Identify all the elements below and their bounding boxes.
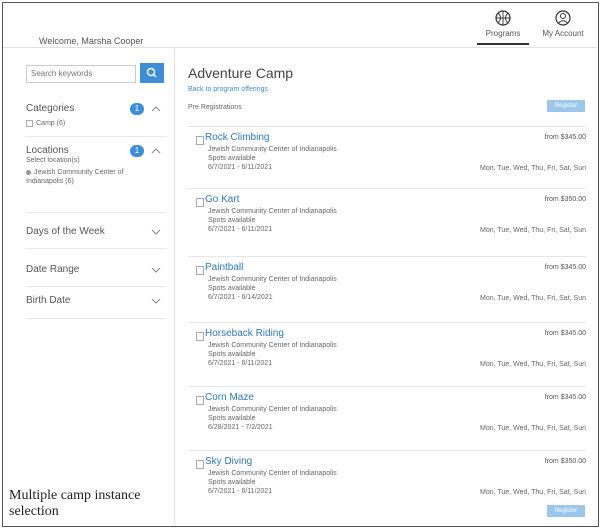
- figure-caption: Multiple camp instance selection: [9, 488, 141, 519]
- birth-date-filter[interactable]: Birth Date: [26, 295, 166, 306]
- divider: [26, 212, 166, 213]
- locations-count-badge: 1: [130, 145, 144, 157]
- camp-venue: Jewish Community Center of Indianapolis: [208, 208, 337, 215]
- filter-label: Pre Registrations: [188, 104, 242, 111]
- search-input[interactable]: [26, 64, 136, 83]
- date-range-title: Date Range: [26, 264, 80, 275]
- checkbox-icon[interactable]: [196, 332, 204, 341]
- chevron-up-icon[interactable]: [150, 104, 162, 114]
- locations-filter: Locations 1 Select location(s) Jewish Co…: [26, 145, 166, 213]
- camp-dates: 6/7/2021 - 6/14/2021: [208, 294, 273, 301]
- camp-card[interactable]: Corn Maze from $345.00 Jewish Community …: [188, 386, 586, 445]
- camp-spots: Spots available: [208, 479, 256, 486]
- register-button-bottom[interactable]: Register: [547, 505, 585, 517]
- top-bar: Welcome, Marsha Cooper Programs My Accou…: [3, 3, 598, 48]
- basketball-icon: [495, 10, 511, 26]
- camp-dates: 6/7/2021 - 6/11/2021: [208, 164, 273, 171]
- nav-my-account-label: My Account: [542, 29, 584, 38]
- checkbox-icon[interactable]: [196, 136, 204, 145]
- filter-sidebar: Categories 1 Camp (6) Locations 1 Select…: [3, 48, 175, 526]
- checkbox-icon[interactable]: [196, 266, 204, 275]
- camp-days: Mon, Tue, Wed, Thu, Fri, Sat, Sun: [480, 361, 586, 368]
- camp-spots: Spots available: [208, 217, 256, 224]
- camp-days: Mon, Tue, Wed, Thu, Fri, Sat, Sun: [480, 227, 586, 234]
- categories-filter: Categories 1 Camp (6): [26, 103, 166, 143]
- camp-price: from $345.00: [544, 264, 586, 271]
- camp-price: from $350.00: [544, 196, 586, 203]
- birth-date-title: Birth Date: [26, 295, 71, 306]
- camp-price: from $345.00: [544, 330, 586, 337]
- chevron-up-icon[interactable]: [150, 146, 162, 156]
- welcome-text: Welcome, Marsha Cooper: [39, 36, 144, 46]
- camp-name[interactable]: Go Kart: [205, 194, 239, 205]
- days-of-week-filter[interactable]: Days of the Week: [26, 226, 166, 237]
- divider: [26, 136, 166, 137]
- camp-spots: Spots available: [208, 415, 256, 422]
- divider: [26, 248, 166, 249]
- categories-count-badge: 1: [130, 103, 144, 115]
- camp-price: from $350.00: [544, 458, 586, 465]
- account-icon: [555, 10, 571, 26]
- camp-venue: Jewish Community Center of Indianapolis: [208, 146, 337, 153]
- main-content: Adventure Camp Back to program offerings…: [174, 48, 598, 526]
- camp-venue: Jewish Community Center of Indianapolis: [208, 406, 337, 413]
- location-option[interactable]: Jewish Community Center of Indianapolis …: [26, 168, 144, 186]
- checkbox-icon[interactable]: [196, 198, 204, 207]
- camp-dates: 6/7/2021 - 6/11/2021: [208, 360, 273, 367]
- camp-card[interactable]: Sky Diving from $350.00 Jewish Community…: [188, 450, 586, 509]
- nav-my-account[interactable]: My Account: [537, 9, 589, 38]
- checkbox-icon: [26, 119, 33, 127]
- camp-spots: Spots available: [208, 285, 256, 292]
- camp-card[interactable]: Go Kart from $350.00 Jewish Community Ce…: [188, 188, 586, 247]
- checkbox-icon[interactable]: [196, 396, 204, 405]
- camp-days: Mon, Tue, Wed, Thu, Fri, Sat, Sun: [480, 489, 586, 496]
- camp-name[interactable]: Sky Diving: [205, 456, 252, 467]
- camp-price: from $345.00: [544, 394, 586, 401]
- camp-spots: Spots available: [208, 155, 256, 162]
- camp-dates: 6/7/2021 - 6/11/2021: [208, 488, 273, 495]
- chevron-down-icon: [151, 229, 161, 235]
- back-link[interactable]: Back to program offerings: [188, 86, 268, 93]
- camp-venue: Jewish Community Center of Indianapolis: [208, 342, 337, 349]
- camp-card[interactable]: Horseback Riding from $345.00 Jewish Com…: [188, 322, 586, 381]
- chevron-down-icon: [151, 267, 161, 273]
- nav-programs[interactable]: Programs: [477, 9, 529, 45]
- camp-days: Mon, Tue, Wed, Thu, Fri, Sat, Sun: [480, 425, 586, 432]
- register-button-top[interactable]: Register: [547, 100, 585, 112]
- camp-card[interactable]: Paintball from $345.00 Jewish Community …: [188, 256, 586, 315]
- chevron-down-icon: [151, 298, 161, 304]
- camp-days: Mon, Tue, Wed, Thu, Fri, Sat, Sun: [480, 295, 586, 302]
- location-option-label: Jewish Community Center of Indianapolis …: [26, 169, 124, 185]
- camp-venue: Jewish Community Center of Indianapolis: [208, 276, 337, 283]
- camp-venue: Jewish Community Center of Indianapolis: [208, 470, 337, 477]
- days-of-week-title: Days of the Week: [26, 226, 105, 237]
- camp-days: Mon, Tue, Wed, Thu, Fri, Sat, Sun: [480, 165, 586, 172]
- locations-subtitle: Select location(s): [26, 157, 80, 164]
- search-button[interactable]: [140, 63, 164, 83]
- category-option-label: Camp (6): [36, 120, 66, 127]
- divider: [26, 286, 166, 287]
- app-window: Welcome, Marsha Cooper Programs My Accou…: [2, 2, 599, 527]
- categories-title: Categories: [26, 103, 75, 114]
- camp-card[interactable]: Rock Climbing from $345.00 Jewish Commun…: [188, 126, 586, 185]
- camp-name[interactable]: Corn Maze: [205, 392, 254, 403]
- locations-title: Locations: [26, 145, 69, 156]
- category-option[interactable]: Camp (6): [26, 119, 166, 128]
- camp-price: from $345.00: [544, 134, 586, 141]
- camp-dates: 6/7/2021 - 6/11/2021: [208, 226, 273, 233]
- search-icon: [146, 67, 157, 78]
- page-title: Adventure Camp: [188, 65, 294, 81]
- date-range-filter[interactable]: Date Range: [26, 264, 166, 275]
- camp-dates: 6/28/2021 - 7/2/2021: [208, 424, 273, 431]
- camp-spots: Spots available: [208, 351, 256, 358]
- camp-name[interactable]: Paintball: [205, 262, 243, 273]
- radio-icon: [26, 170, 31, 175]
- camp-name[interactable]: Rock Climbing: [205, 132, 269, 143]
- nav-programs-label: Programs: [485, 29, 521, 38]
- checkbox-icon[interactable]: [196, 460, 204, 469]
- search-box: [26, 63, 164, 83]
- divider: [26, 318, 166, 319]
- camp-name[interactable]: Horseback Riding: [205, 328, 284, 339]
